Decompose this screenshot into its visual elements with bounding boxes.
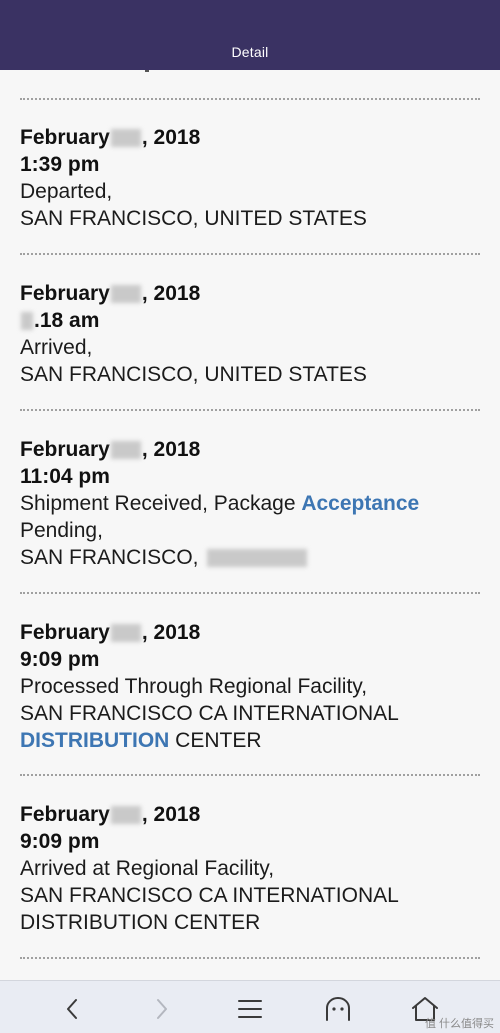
app-window: Detail February, 2018 1:39 pm Departed, … — [0, 0, 500, 1033]
menu-icon — [238, 1000, 262, 1018]
entry-date: February, 2018 — [20, 438, 201, 461]
entry-location: SAN FRANCISCO CA INTERNATIONAL — [20, 884, 399, 907]
divider — [20, 253, 480, 255]
entry-date: February, 2018 — [20, 803, 201, 826]
forward-button[interactable] — [142, 991, 182, 1027]
divider — [20, 592, 480, 594]
entry-time: 9:09 pm — [20, 830, 100, 853]
entry-location-cont: DISTRIBUTION CENTER — [20, 911, 261, 934]
divider — [20, 957, 480, 959]
entry-location: SAN FRANCISCO, UNITED STATES — [20, 363, 367, 386]
entry-status: Processed Through Regional Facility, — [20, 675, 368, 698]
entry-time: .18 am — [20, 307, 480, 334]
divider — [20, 409, 480, 411]
chevron-right-icon — [157, 999, 167, 1019]
divider — [20, 774, 480, 776]
tracking-entry: February, 2018 .18 am Arrived, SAN FRANC… — [20, 280, 480, 388]
entry-date: February, 2018 — [20, 621, 201, 644]
entry-time: 1:39 pm — [20, 153, 100, 176]
page-title: Detail — [231, 44, 269, 60]
entry-date: February, 2018 — [20, 126, 201, 149]
chevron-left-icon — [67, 999, 77, 1019]
entry-status: Departed, — [20, 180, 113, 203]
entry-date: February, 2018 — [20, 282, 201, 305]
scrolled-text-fragment — [145, 70, 149, 72]
entry-time: 9:09 pm — [20, 648, 100, 671]
divider — [20, 98, 480, 100]
redacted-day — [110, 624, 141, 643]
entry-status: Shipment Received, Package Acceptance — [20, 492, 420, 515]
redacted-day — [110, 129, 141, 148]
entry-status: Arrived at Regional Facility, — [20, 857, 275, 880]
redacted-day — [110, 285, 141, 304]
watermark: 值 什么值得买 — [424, 1018, 494, 1030]
entry-time: 11:04 pm — [20, 465, 110, 488]
distribution-link[interactable]: DISTRIBUTION — [20, 729, 169, 752]
entry-location: SAN FRANCISCO, — [20, 544, 480, 571]
redacted-day — [110, 806, 141, 825]
back-button[interactable] — [52, 991, 92, 1027]
menu-button[interactable] — [230, 991, 270, 1027]
acceptance-link[interactable]: Acceptance — [301, 492, 419, 515]
entry-status: Arrived, — [20, 336, 93, 359]
tracking-entry: February, 2018 11:04 pm Shipment Receive… — [20, 436, 480, 571]
entry-location-cont: DISTRIBUTION CENTER — [20, 729, 262, 752]
redacted-day — [110, 441, 141, 460]
browser-toolbar: 值 什么值得买 — [0, 980, 500, 1033]
tracking-entry: February, 2018 1:39 pm Departed, SAN FRA… — [20, 124, 480, 232]
tracking-entry: February, 2018 9:09 pm Arrived at Region… — [20, 801, 480, 936]
ghost-icon — [326, 997, 350, 1021]
bookmark-button[interactable] — [318, 991, 358, 1027]
redacted-hour — [21, 312, 33, 331]
header-bar: Detail — [0, 0, 500, 70]
entry-location: SAN FRANCISCO CA INTERNATIONAL — [20, 702, 399, 725]
tracking-entry: February, 2018 9:09 pm Processed Through… — [20, 619, 480, 754]
entry-location: SAN FRANCISCO, UNITED STATES — [20, 207, 367, 230]
redacted-country — [206, 549, 307, 568]
entry-status-cont: Pending, — [20, 519, 103, 542]
